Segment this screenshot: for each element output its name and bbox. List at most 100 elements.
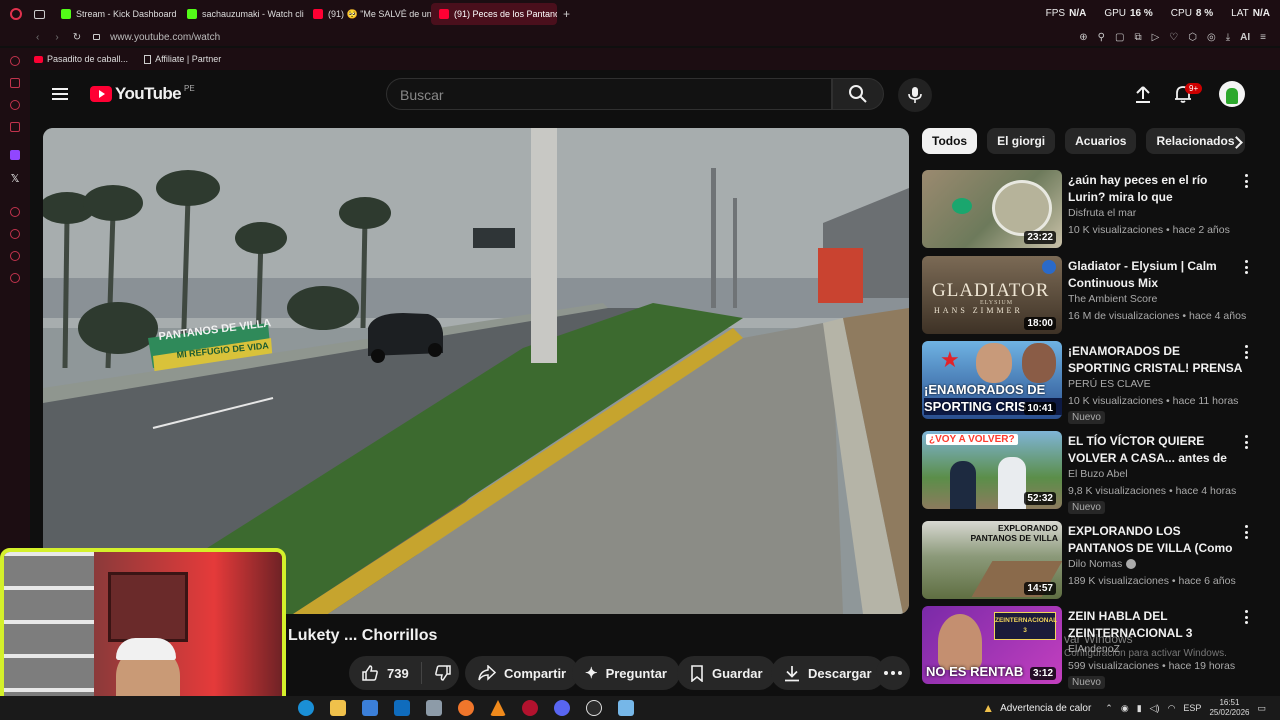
recommendation-title[interactable]: EL TÍO VÍCTOR QUIERE VOLVER A CASA... an…	[1068, 433, 1244, 467]
obs-icon[interactable]	[586, 700, 602, 716]
wifi-icon[interactable]: ◠	[1168, 703, 1176, 714]
chip-acuarios[interactable]: Acuarios	[1065, 128, 1137, 154]
video-thumbnail[interactable]: ★ ¡ENAMORADOS DE SPORTING CRIS 10:41	[922, 341, 1062, 419]
aria-icon[interactable]	[10, 56, 20, 66]
tab-youtube-salve[interactable]: (91) 🥺 "Me SALVÉ de un	[305, 3, 431, 25]
news-icon[interactable]	[10, 122, 20, 132]
video-thumbnail[interactable]: GLADIATOR ELYSIUM HANS ZIMMER 18:00	[922, 256, 1062, 334]
store-icon[interactable]	[362, 700, 378, 716]
lock-sidebar-icon[interactable]	[10, 78, 20, 88]
more-options-icon[interactable]	[1244, 345, 1248, 359]
like-button[interactable]: 739	[349, 662, 422, 684]
video-thumbnail[interactable]: EXPLORANDO PANTANOS DE VILLA 14:57	[922, 521, 1062, 599]
youtube-logo[interactable]: YouTube PE	[90, 84, 195, 104]
tab-youtube-peces[interactable]: (91) Peces de los Pantano	[431, 3, 557, 25]
twitch-icon[interactable]	[10, 150, 20, 160]
more-options-icon[interactable]	[1244, 260, 1248, 274]
edge-icon[interactable]	[298, 700, 314, 716]
forward-icon[interactable]: ›	[55, 32, 58, 43]
opera-logo-icon[interactable]	[10, 8, 22, 20]
recommendation-item[interactable]: ZEINTERNACIONAL 3 NO ES RENTAB 3:12 ZEIN…	[922, 606, 1272, 689]
video-thumbnail[interactable]: ZEINTERNACIONAL 3 NO ES RENTAB 3:12	[922, 606, 1062, 684]
messenger-icon[interactable]	[10, 100, 20, 110]
menu-icon[interactable]: ≡	[1260, 32, 1266, 43]
more-options-icon[interactable]	[1244, 610, 1248, 624]
opera-gx-icon[interactable]	[522, 700, 538, 716]
voice-search-button[interactable]	[898, 78, 932, 112]
pin-icon[interactable]: ⚲	[1098, 32, 1105, 43]
ai-button[interactable]: AI	[1240, 32, 1250, 43]
recommendation-title[interactable]: EXPLORANDO LOS PANTANOS DE VILLA (Como n…	[1068, 523, 1244, 557]
zoom-icon[interactable]: ⊕	[1079, 32, 1087, 43]
bookmark-item[interactable]: Pasadito de caball...	[34, 54, 128, 64]
recommendation-item[interactable]: 23:22 ¿aún hay peces en el río Lurin? mi…	[922, 170, 1272, 250]
video-thumbnail[interactable]: 23:22	[922, 170, 1062, 248]
app-icon[interactable]	[426, 700, 442, 716]
notification-center-icon[interactable]: ▭	[1257, 703, 1266, 714]
notepad-icon[interactable]	[618, 700, 634, 716]
channel-name[interactable]: El Buzo Abel	[1068, 468, 1128, 480]
channel-name[interactable]: Dilo Nomas	[1068, 558, 1137, 570]
file-explorer-icon[interactable]	[330, 700, 346, 716]
video-player[interactable]: MI REFUGIO DE VIDA PANTANOS DE VILLA	[43, 128, 909, 614]
snapshot-icon[interactable]: ▢	[1115, 32, 1124, 43]
video-thumbnail[interactable]: ¿VOY A VOLVER? 52:32	[922, 431, 1062, 509]
player-sidebar-icon[interactable]	[10, 207, 20, 217]
recommendation-title[interactable]: Gladiator - Elysium | Calm Continuous Mi…	[1068, 258, 1244, 291]
more-options-icon[interactable]	[1244, 174, 1248, 188]
camera-icon[interactable]: ◎	[1207, 32, 1216, 43]
history-icon[interactable]	[10, 229, 20, 239]
recommendation-item[interactable]: ¿VOY A VOLVER? 52:32 EL TÍO VÍCTOR QUIER…	[922, 431, 1272, 514]
save-button[interactable]: Guardar	[677, 656, 776, 690]
ask-button[interactable]: ✦ Preguntar	[572, 656, 680, 690]
download-icon[interactable]: ⤓	[1226, 32, 1230, 43]
tab-kick-dashboard[interactable]: Stream - Kick Dashboard	[53, 3, 179, 25]
x-icon[interactable]: 𝕏	[10, 172, 20, 185]
tab-kick-watch[interactable]: sachauzumaki - Watch cli	[179, 3, 305, 25]
bookmark-item[interactable]: Affiliate | Partner	[144, 54, 221, 64]
channel-name[interactable]: Disfruta el mar	[1068, 207, 1136, 219]
search-input[interactable]: Buscar	[386, 78, 832, 110]
avatar[interactable]	[1219, 81, 1245, 107]
new-tab-button[interactable]: +	[563, 7, 570, 21]
more-options-icon[interactable]	[1244, 435, 1248, 449]
channel-name[interactable]: The Ambient Score	[1068, 293, 1157, 305]
outlook-icon[interactable]	[394, 700, 410, 716]
back-icon[interactable]: ‹	[36, 32, 39, 43]
vlc-icon[interactable]	[490, 700, 506, 716]
reload-icon[interactable]: ↻	[73, 32, 81, 43]
chip-todos[interactable]: Todos	[922, 128, 978, 154]
player-icon[interactable]: ▷	[1152, 32, 1160, 43]
weather-widget[interactable]: ▲ Advertencia de calor	[982, 701, 1091, 715]
recommendation-item[interactable]: EXPLORANDO PANTANOS DE VILLA 14:57 EXPLO…	[922, 521, 1272, 601]
chip-el-giorgi[interactable]: El giorgi	[987, 128, 1056, 154]
settings-icon[interactable]	[10, 273, 20, 283]
firefox-icon[interactable]	[458, 700, 474, 716]
extensions-icon[interactable]: ⧉	[1134, 32, 1141, 43]
heart-icon[interactable]: ♡	[1169, 32, 1178, 43]
search-button[interactable]	[832, 78, 884, 110]
recommendation-item[interactable]: ★ ¡ENAMORADOS DE SPORTING CRIS 10:41 ¡EN…	[922, 341, 1272, 424]
hamburger-menu-icon[interactable]	[52, 88, 68, 100]
recommendation-title[interactable]: ¿aún hay peces en el río Lurin? mira lo …	[1068, 172, 1244, 206]
language-indicator[interactable]: ESP	[1183, 703, 1201, 713]
workspace-icon[interactable]	[34, 9, 45, 19]
volume-icon[interactable]: ◁)	[1150, 703, 1160, 714]
dislike-button[interactable]	[422, 664, 464, 682]
shield-icon[interactable]: ⬡	[1188, 32, 1197, 43]
share-button[interactable]: Compartir	[465, 656, 580, 690]
discord-icon[interactable]	[554, 700, 570, 716]
clock[interactable]: 16:51 25/02/2026	[1209, 698, 1249, 718]
chevron-up-icon[interactable]: ⌃	[1105, 703, 1113, 714]
extensions-sidebar-icon[interactable]	[10, 251, 20, 261]
recommendation-item[interactable]: GLADIATOR ELYSIUM HANS ZIMMER 18:00 Glad…	[922, 256, 1272, 336]
microphone-tray-icon[interactable]: ▮	[1137, 703, 1142, 714]
more-options-icon[interactable]	[1244, 525, 1248, 539]
download-button[interactable]: Descargar	[771, 656, 885, 690]
url-field[interactable]: www.youtube.com/watch	[110, 32, 220, 43]
more-actions-button[interactable]	[876, 656, 910, 690]
recommendation-title[interactable]: ¡ENAMORADOS DE SPORTING CRISTAL! PRENSA …	[1068, 343, 1244, 377]
channel-name[interactable]: PERÚ ES CLAVE	[1068, 378, 1151, 390]
upload-button[interactable]	[1133, 84, 1153, 109]
network-icon[interactable]: ◉	[1121, 703, 1129, 714]
